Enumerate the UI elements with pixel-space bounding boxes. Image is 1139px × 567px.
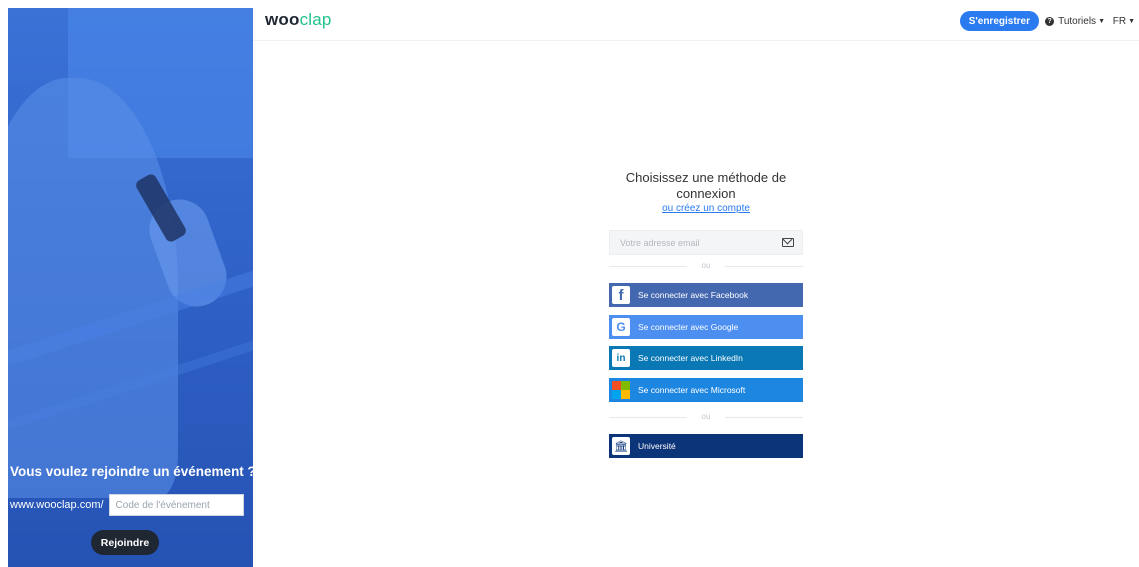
separator-or: ou bbox=[609, 260, 803, 272]
language-menu[interactable]: FR ▼ bbox=[1113, 16, 1135, 27]
caret-down-icon: ▼ bbox=[1128, 18, 1135, 25]
email-field bbox=[609, 230, 803, 255]
linkedin-login-label: Se connecter avec LinkedIn bbox=[638, 353, 743, 363]
question-circle-icon: ? bbox=[1045, 17, 1055, 26]
email-input[interactable] bbox=[610, 231, 790, 254]
divider-line bbox=[725, 417, 803, 418]
university-login-label: Université bbox=[638, 441, 676, 451]
separator-or: ou bbox=[609, 411, 803, 423]
language-label: FR bbox=[1112, 16, 1127, 27]
google-icon: G bbox=[612, 318, 630, 336]
wooclap-logo[interactable]: wooclap bbox=[265, 10, 332, 30]
login-heading: Choisissez une méthode de connexion bbox=[625, 170, 787, 201]
microsoft-login-button[interactable]: Se connecter avec Microsoft bbox=[609, 378, 803, 402]
hero-panel bbox=[8, 8, 253, 567]
university-login-button[interactable]: 🏛 Université bbox=[609, 434, 803, 458]
join-url-prefix: www.wooclap.com/ bbox=[10, 499, 104, 511]
facebook-login-label: Se connecter avec Facebook bbox=[638, 290, 749, 300]
join-event-row: www.wooclap.com/ bbox=[10, 494, 244, 516]
facebook-icon: f bbox=[612, 286, 630, 304]
linkedin-icon: in bbox=[612, 349, 630, 367]
create-account-link[interactable]: ou créez un compte bbox=[610, 203, 802, 214]
caret-down-icon: ▼ bbox=[1098, 18, 1105, 25]
signup-button[interactable]: S'enregistrer bbox=[959, 11, 1039, 31]
tutorials-menu[interactable]: ? Tutoriels ▼ bbox=[1045, 16, 1105, 27]
divider-line bbox=[725, 266, 803, 267]
facebook-login-button[interactable]: f Se connecter avec Facebook bbox=[609, 283, 803, 307]
join-event-title: Vous voulez rejoindre un événement ? bbox=[10, 464, 256, 479]
microsoft-icon bbox=[612, 381, 630, 399]
logo-part-woo: woo bbox=[265, 10, 300, 29]
google-login-label: Se connecter avec Google bbox=[638, 322, 739, 332]
linkedin-login-button[interactable]: in Se connecter avec LinkedIn bbox=[609, 346, 803, 370]
google-login-button[interactable]: G Se connecter avec Google bbox=[609, 315, 803, 339]
tutorials-label: Tutoriels bbox=[1058, 16, 1097, 27]
logo-part-clap: clap bbox=[299, 10, 332, 29]
join-button[interactable]: Rejoindre bbox=[91, 530, 159, 555]
university-icon: 🏛 bbox=[612, 437, 630, 455]
top-bar: wooclap S'enregistrer ? Tutoriels ▼ FR ▼ bbox=[253, 0, 1139, 41]
event-code-input[interactable] bbox=[108, 494, 244, 516]
envelope-icon[interactable] bbox=[782, 238, 794, 247]
microsoft-login-label: Se connecter avec Microsoft bbox=[638, 385, 746, 395]
